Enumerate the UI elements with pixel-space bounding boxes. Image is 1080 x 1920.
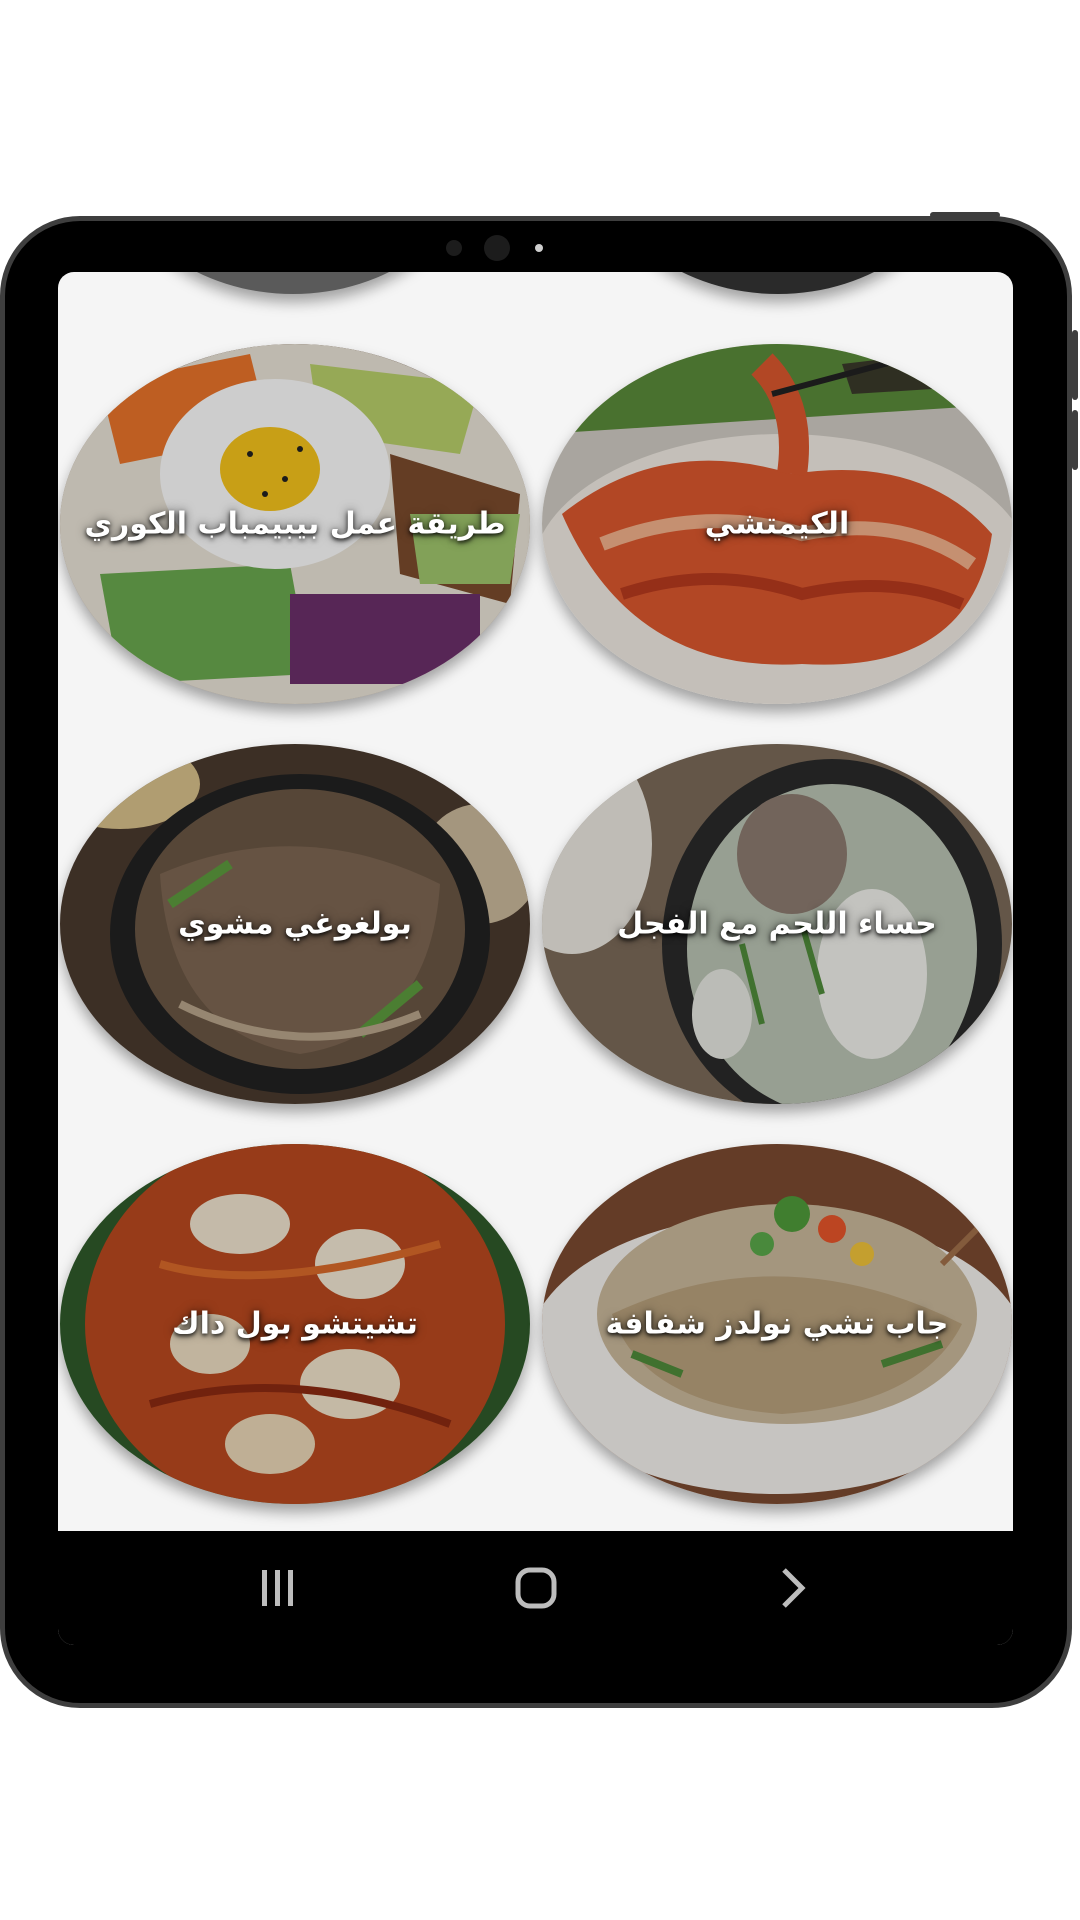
power-button [930, 212, 1000, 218]
recipe-card-partial-right[interactable] [603, 272, 953, 294]
recipe-card-beef-soup[interactable]: حساء اللحم مع الفجل [542, 744, 1012, 1104]
recipe-card-bulgogi[interactable]: بولغوغي مشوي [60, 744, 530, 1104]
recipe-card-kimchi[interactable]: الكيمتشي [542, 344, 1012, 704]
recipe-title: حساء اللحم مع الفجل [617, 906, 937, 942]
front-camera [484, 235, 510, 261]
home-button[interactable] [496, 1561, 576, 1615]
recipe-title: الكيمتشي [704, 506, 850, 542]
recipe-title: جاب تشي نولدز شفافة [605, 1306, 949, 1342]
back-button[interactable] [752, 1561, 832, 1615]
chevron-right-icon [782, 1568, 806, 1608]
recipe-title: تشيتشو بول داك [172, 1306, 418, 1342]
recipe-title: بولغوغي مشوي [178, 906, 412, 942]
recipe-card-japchae[interactable]: جاب تشي نولدز شفافة [542, 1144, 1012, 1504]
recents-icon [262, 1570, 293, 1606]
home-icon [515, 1567, 557, 1609]
recents-button[interactable] [238, 1561, 318, 1615]
app-screen: طريقة عمل بيبيمباب الكوري الكيمتشي بولغو… [58, 272, 1013, 1645]
sensor-dot [446, 240, 462, 256]
recipe-card-kimchi-stir-fry[interactable]: تشيتشو بول داك [60, 1144, 530, 1504]
recipe-card-bibimbap[interactable]: طريقة عمل بيبيمباب الكوري [60, 344, 530, 704]
volume-button-up [1072, 330, 1078, 400]
recipe-card-partial-left[interactable] [118, 272, 468, 294]
volume-button-down [1072, 410, 1078, 470]
system-nav-bar [58, 1531, 1013, 1645]
recipe-title: طريقة عمل بيبيمباب الكوري [84, 506, 506, 542]
light-sensor [535, 244, 543, 252]
